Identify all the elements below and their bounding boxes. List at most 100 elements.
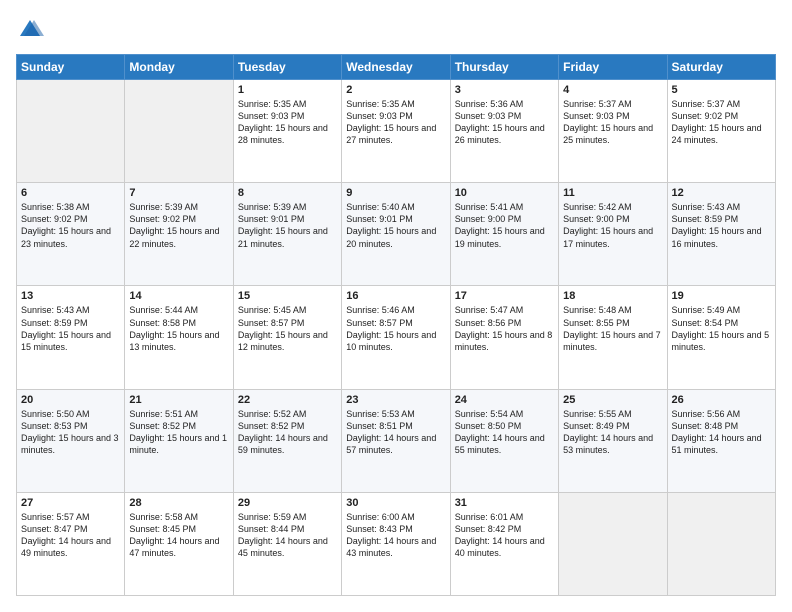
day-number: 24 — [455, 394, 554, 406]
col-header-wednesday: Wednesday — [342, 55, 450, 80]
day-info: Sunrise: 5:58 AMSunset: 8:45 PMDaylight:… — [129, 511, 228, 560]
calendar-cell — [559, 492, 667, 595]
day-info: Sunrise: 5:56 AMSunset: 8:48 PMDaylight:… — [672, 408, 771, 457]
day-number: 13 — [21, 290, 120, 302]
calendar-cell: 27 Sunrise: 5:57 AMSunset: 8:47 PMDayligh… — [17, 492, 125, 595]
calendar-cell: 7Sunrise: 5:39 AMSunset: 9:02 PMDaylight… — [125, 183, 233, 286]
calendar-cell: 15Sunrise: 5:45 AMSunset: 8:57 PMDayligh… — [233, 286, 341, 389]
day-number: 29 — [238, 497, 337, 509]
day-info: Sunrise: 5:44 AMSunset: 8:58 PMDaylight:… — [129, 304, 228, 353]
day-number: 10 — [455, 187, 554, 199]
calendar-cell: 10 Sunrise: 5:41 AMSunset: 9:00 PMDayligh… — [450, 183, 558, 286]
calendar-cell: 1Sunrise: 5:35 AMSunset: 9:03 PMDaylight… — [233, 80, 341, 183]
logo — [16, 16, 48, 44]
day-number: 21 — [129, 394, 228, 406]
day-number: 9 — [346, 187, 445, 199]
day-info: Sunrise: 5:43 AMSunset: 8:59 PMDaylight:… — [672, 201, 771, 250]
day-number: 2 — [346, 84, 445, 96]
day-number: 3 — [455, 84, 554, 96]
calendar-cell: 2 Sunrise: 5:35 AMSunset: 9:03 PMDaylight… — [342, 80, 450, 183]
day-number: 28 — [129, 497, 228, 509]
calendar-cell: 31 Sunrise: 6:01 AMSunset: 8:42 PMDayligh… — [450, 492, 558, 595]
day-number: 31 — [455, 497, 554, 509]
calendar-cell: 6 Sunrise: 5:38 AMSunset: 9:02 PMDaylight… — [17, 183, 125, 286]
day-info: Sunrise: 5:39 AMSunset: 9:01 PMDaylight:… — [238, 201, 337, 250]
calendar-cell: 9 Sunrise: 5:40 AMSunset: 9:01 PMDaylight… — [342, 183, 450, 286]
col-header-monday: Monday — [125, 55, 233, 80]
day-info: Sunrise: 5:59 AMSunset: 8:44 PMDaylight:… — [238, 511, 337, 560]
calendar-cell: 8 Sunrise: 5:39 AMSunset: 9:01 PMDaylight… — [233, 183, 341, 286]
calendar-week-row: 20Sunrise: 5:50 AMSunset: 8:53 PMDayligh… — [17, 389, 776, 492]
day-info: Sunrise: 5:51 AMSunset: 8:52 PMDaylight:… — [129, 408, 228, 457]
calendar-cell: 29 Sunrise: 5:59 AMSunset: 8:44 PMDayligh… — [233, 492, 341, 595]
day-number: 14 — [129, 290, 228, 302]
day-number: 25 — [563, 394, 662, 406]
calendar-cell: 26 Sunrise: 5:56 AMSunset: 8:48 PMDayligh… — [667, 389, 775, 492]
calendar-table: SundayMondayTuesdayWednesdayThursdayFrid… — [16, 54, 776, 596]
calendar-cell: 3Sunrise: 5:36 AMSunset: 9:03 PMDaylight… — [450, 80, 558, 183]
day-number: 22 — [238, 394, 337, 406]
day-info: Sunrise: 5:54 AMSunset: 8:50 PMDaylight:… — [455, 408, 554, 457]
day-number: 30 — [346, 497, 445, 509]
calendar-cell: 4 Sunrise: 5:37 AMSunset: 9:03 PMDaylight… — [559, 80, 667, 183]
calendar-cell: 25 Sunrise: 5:55 AMSunset: 8:49 PMDayligh… — [559, 389, 667, 492]
col-header-tuesday: Tuesday — [233, 55, 341, 80]
day-info: Sunrise: 5:52 AMSunset: 8:52 PMDaylight:… — [238, 408, 337, 457]
calendar-cell: 22 Sunrise: 5:52 AMSunset: 8:52 PMDayligh… — [233, 389, 341, 492]
calendar-week-row: 1 Sunrise: 5:35 AMSunset: 9:03 PMDaylight… — [17, 80, 776, 183]
day-info: Sunrise: 5:49 AMSunset: 8:54 PMDaylight:… — [672, 304, 771, 353]
day-info: Sunrise: 5:35 AMSunset: 9:03 PMDaylight:… — [346, 98, 445, 147]
day-info: Sunrise: 5:43 AMSunset: 8:59 PMDaylight:… — [21, 304, 120, 353]
calendar-cell: 13 Sunrise: 5:43 AMSunset: 8:59 PMDayligh… — [17, 286, 125, 389]
calendar-header-row: SundayMondayTuesdayWednesdayThursdayFrid… — [17, 55, 776, 80]
day-info: Sunrise: 5:50 AMSunset: 8:53 PMDaylight:… — [21, 408, 120, 457]
calendar-cell: 5Sunrise: 5:37 AMSunset: 9:02 PMDaylight… — [667, 80, 775, 183]
calendar-cell: 30Sunrise: 6:00 AMSunset: 8:43 PMDayligh… — [342, 492, 450, 595]
day-number: 4 — [563, 84, 662, 96]
day-info: Sunrise: 5:38 AMSunset: 9:02 PMDaylight:… — [21, 201, 120, 250]
col-header-friday: Friday — [559, 55, 667, 80]
day-number: 12 — [672, 187, 771, 199]
day-number: 6 — [21, 187, 120, 199]
header — [16, 16, 776, 44]
calendar-cell: 19 Sunrise: 5:49 AMSunset: 8:54 PMDayligh… — [667, 286, 775, 389]
calendar-week-row: 27 Sunrise: 5:57 AMSunset: 8:47 PMDayligh… — [17, 492, 776, 595]
day-number: 27 — [21, 497, 120, 509]
calendar-week-row: 13 Sunrise: 5:43 AMSunset: 8:59 PMDayligh… — [17, 286, 776, 389]
calendar-cell: 20Sunrise: 5:50 AMSunset: 8:53 PMDayligh… — [17, 389, 125, 492]
calendar-week-row: 6 Sunrise: 5:38 AMSunset: 9:02 PMDaylight… — [17, 183, 776, 286]
calendar-cell — [125, 80, 233, 183]
day-info: Sunrise: 5:37 AMSunset: 9:03 PMDaylight:… — [563, 98, 662, 147]
calendar-cell: 12 Sunrise: 5:43 AMSunset: 8:59 PMDayligh… — [667, 183, 775, 286]
calendar-cell — [667, 492, 775, 595]
day-number: 26 — [672, 394, 771, 406]
day-info: Sunrise: 5:57 AMSunset: 8:47 PMDaylight:… — [21, 511, 120, 560]
col-header-thursday: Thursday — [450, 55, 558, 80]
day-info: Sunrise: 6:01 AMSunset: 8:42 PMDaylight:… — [455, 511, 554, 560]
day-number: 8 — [238, 187, 337, 199]
day-number: 19 — [672, 290, 771, 302]
day-info: Sunrise: 5:41 AMSunset: 9:00 PMDaylight:… — [455, 201, 554, 250]
calendar-cell: 16 Sunrise: 5:46 AMSunset: 8:57 PMDayligh… — [342, 286, 450, 389]
logo-icon — [16, 16, 44, 44]
calendar-cell: 28 Sunrise: 5:58 AMSunset: 8:45 PMDayligh… — [125, 492, 233, 595]
calendar-cell: 21 Sunrise: 5:51 AMSunset: 8:52 PMDayligh… — [125, 389, 233, 492]
calendar-cell: 11Sunrise: 5:42 AMSunset: 9:00 PMDayligh… — [559, 183, 667, 286]
calendar-cell — [17, 80, 125, 183]
day-info: Sunrise: 5:47 AMSunset: 8:56 PMDaylight:… — [455, 304, 554, 353]
day-number: 7 — [129, 187, 228, 199]
day-info: Sunrise: 5:48 AMSunset: 8:55 PMDaylight:… — [563, 304, 662, 353]
day-number: 5 — [672, 84, 771, 96]
col-header-saturday: Saturday — [667, 55, 775, 80]
day-info: Sunrise: 5:55 AMSunset: 8:49 PMDaylight:… — [563, 408, 662, 457]
day-number: 11 — [563, 187, 662, 199]
day-number: 16 — [346, 290, 445, 302]
calendar-cell: 17Sunrise: 5:47 AMSunset: 8:56 PMDayligh… — [450, 286, 558, 389]
calendar-cell: 24 Sunrise: 5:54 AMSunset: 8:50 PMDayligh… — [450, 389, 558, 492]
day-info: Sunrise: 5:40 AMSunset: 9:01 PMDaylight:… — [346, 201, 445, 250]
col-header-sunday: Sunday — [17, 55, 125, 80]
calendar-cell: 18Sunrise: 5:48 AMSunset: 8:55 PMDayligh… — [559, 286, 667, 389]
day-info: Sunrise: 5:46 AMSunset: 8:57 PMDaylight:… — [346, 304, 445, 353]
day-number: 1 — [238, 84, 337, 96]
day-number: 15 — [238, 290, 337, 302]
